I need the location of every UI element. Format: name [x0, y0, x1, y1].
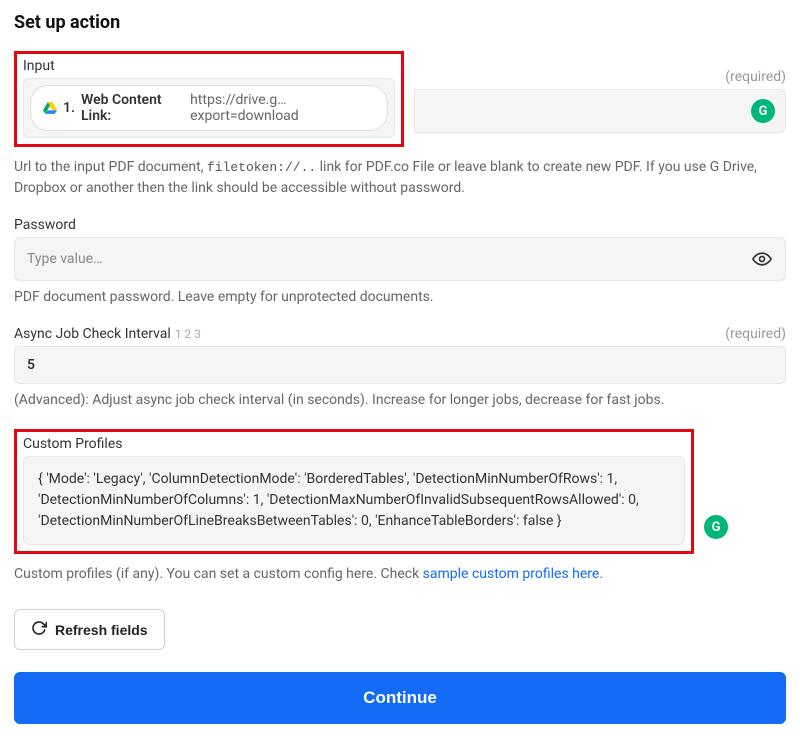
field-custom: Custom Profiles { 'Mode': 'Legacy', 'Col… — [14, 429, 786, 585]
highlight-input: Input 1. Web Content Link: https://drive… — [14, 51, 404, 147]
async-label: Async Job Check Interval1 2 3 — [14, 326, 201, 342]
password-helper: PDF document password. Leave empty for u… — [14, 287, 786, 308]
async-value: 5 — [27, 357, 35, 373]
custom-label: Custom Profiles — [23, 436, 685, 452]
eye-icon[interactable] — [751, 248, 773, 270]
async-input[interactable]: 5 — [14, 346, 786, 384]
grammarly-icon[interactable]: G — [751, 99, 775, 123]
password-label: Password — [14, 217, 76, 233]
custom-helper: Custom profiles (if any). You can set a … — [14, 564, 786, 585]
refresh-fields-button[interactable]: Refresh fields — [14, 609, 165, 650]
password-input[interactable]: Type value… — [14, 237, 786, 281]
pill-url: https://drive.g…export=download — [190, 92, 375, 124]
field-password: Password Type value… PDF document passwo… — [14, 217, 786, 308]
async-helper: (Advanced): Adjust async job check inter… — [14, 390, 786, 411]
input-pill[interactable]: 1. Web Content Link: https://drive.g…exp… — [30, 85, 388, 131]
field-async: Async Job Check Interval1 2 3 (required)… — [14, 326, 786, 411]
refresh-icon — [31, 620, 47, 639]
input-url-field[interactable]: 1. Web Content Link: https://drive.g…exp… — [23, 78, 395, 138]
refresh-label: Refresh fields — [55, 622, 148, 638]
pill-label: Web Content Link: — [81, 92, 184, 124]
custom-input[interactable]: { 'Mode': 'Legacy', 'ColumnDetectionMode… — [23, 456, 685, 545]
pill-step: 1. — [63, 100, 75, 116]
custom-value: { 'Mode': 'Legacy', 'ColumnDetectionMode… — [38, 471, 639, 529]
input-label: Input — [23, 58, 395, 74]
input-required: (required) — [725, 69, 786, 85]
sample-profiles-link[interactable]: sample custom profiles here — [423, 566, 600, 582]
gdrive-icon — [43, 102, 57, 114]
page-title: Set up action — [14, 12, 786, 33]
grammarly-icon-2[interactable]: G — [704, 515, 728, 539]
password-placeholder: Type value… — [27, 251, 102, 267]
highlight-custom: Custom Profiles { 'Mode': 'Legacy', 'Col… — [14, 429, 694, 554]
continue-button[interactable]: Continue — [14, 672, 786, 724]
field-input: Input 1. Web Content Link: https://drive… — [14, 51, 786, 199]
async-required: (required) — [725, 326, 786, 342]
input-helper: Url to the input PDF document, filetoken… — [14, 157, 786, 199]
